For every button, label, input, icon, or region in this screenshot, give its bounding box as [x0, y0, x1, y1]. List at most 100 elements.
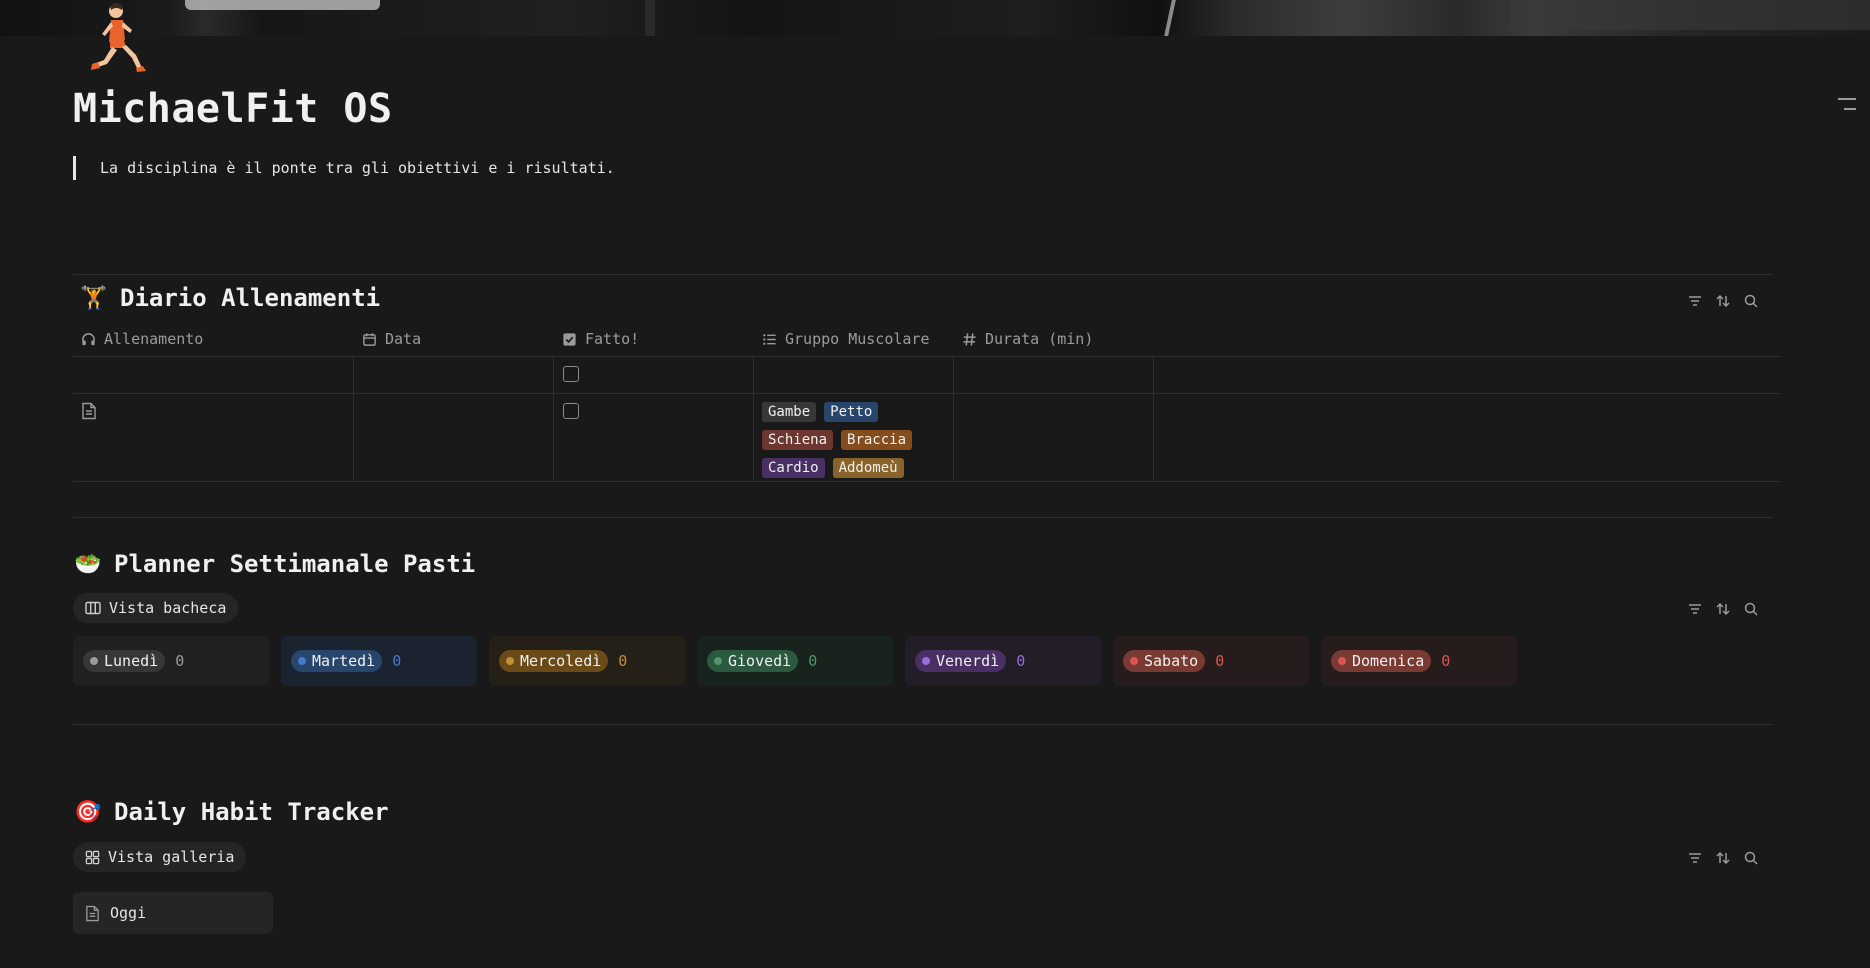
- gallery-card[interactable]: Oggi: [73, 892, 273, 934]
- cell-durata[interactable]: [954, 357, 1154, 393]
- board-column[interactable]: Domenica 0: [1321, 636, 1517, 686]
- table-of-contents-icon[interactable]: [1838, 98, 1856, 120]
- day-pill[interactable]: Giovedì: [707, 650, 799, 672]
- column-count: 0: [1441, 652, 1451, 670]
- cell-data[interactable]: [354, 357, 554, 393]
- muscle-tag[interactable]: Gambe: [762, 402, 817, 422]
- muscle-tag[interactable]: Petto: [824, 402, 879, 422]
- filter-icon[interactable]: [1686, 292, 1704, 310]
- divider: [73, 724, 1773, 725]
- quote-block[interactable]: La disciplina è il ponte tra gli obietti…: [73, 156, 615, 180]
- checkbox-icon: [563, 332, 576, 346]
- day-label: Martedì: [312, 652, 376, 670]
- day-label: Sabato: [1144, 652, 1199, 670]
- gallery-view-tab[interactable]: Vista galleria: [73, 842, 247, 872]
- day-label: Domenica: [1352, 652, 1425, 670]
- day-pill[interactable]: Mercoledì: [499, 650, 609, 672]
- calendar-icon: [363, 332, 376, 346]
- column-header-fatto[interactable]: Fatto!: [554, 322, 754, 356]
- column-header-durata[interactable]: Durata (min): [954, 322, 1154, 356]
- board-column[interactable]: Venerdì 0: [905, 636, 1101, 686]
- cell-durata[interactable]: [954, 394, 1154, 481]
- status-dot-icon: [922, 657, 930, 665]
- day-label: Lunedì: [104, 652, 159, 670]
- column-count: 0: [808, 652, 818, 670]
- column-count: 0: [1016, 652, 1026, 670]
- cell-fatto[interactable]: [554, 394, 754, 481]
- search-icon[interactable]: [1742, 292, 1760, 310]
- cell-allenamento[interactable]: [73, 394, 354, 481]
- board-view-tab[interactable]: Vista bacheca: [73, 593, 239, 623]
- sort-icon[interactable]: [1714, 292, 1732, 310]
- status-dot-icon: [1338, 657, 1346, 665]
- page-icon[interactable]: [81, 402, 97, 420]
- filter-icon[interactable]: [1686, 600, 1704, 618]
- cell-gruppo-muscolare[interactable]: [754, 357, 954, 393]
- divider: [73, 517, 1773, 518]
- day-pill[interactable]: Domenica: [1331, 650, 1432, 672]
- filter-icon[interactable]: [1686, 849, 1704, 867]
- column-header-allenamento[interactable]: Allenamento: [73, 322, 354, 356]
- sort-icon[interactable]: [1714, 849, 1732, 867]
- day-pill[interactable]: Lunedì: [83, 650, 166, 672]
- done-checkbox[interactable]: [563, 366, 579, 382]
- muscle-tag[interactable]: Addomeù: [832, 458, 904, 478]
- column-count: 0: [392, 652, 402, 670]
- board-column[interactable]: Mercoledì 0: [489, 636, 685, 686]
- status-dot-icon: [90, 657, 98, 665]
- board-column[interactable]: Giovedì 0: [697, 636, 893, 686]
- table-row[interactable]: Gambe Petto Schiena Braccia Cardio Addomeù: [73, 393, 1780, 482]
- board-column[interactable]: Lunedì 0: [73, 636, 269, 686]
- column-count: 0: [618, 652, 628, 670]
- day-label: Giovedì: [728, 652, 792, 670]
- day-pill[interactable]: Martedì: [291, 650, 383, 672]
- cell-data[interactable]: [354, 394, 554, 481]
- day-label: Venerdì: [936, 652, 1000, 670]
- list-icon: [763, 333, 776, 345]
- gallery-card-title: Oggi: [110, 904, 147, 922]
- column-header-data[interactable]: Data: [354, 322, 554, 356]
- meals-title[interactable]: Planner Settimanale Pasti: [114, 550, 475, 578]
- table-row[interactable]: [73, 356, 1780, 393]
- habits-toolbar: [1686, 849, 1760, 867]
- cell-empty: [1154, 394, 1780, 481]
- column-header-gruppo-muscolare[interactable]: Gruppo Muscolare: [754, 322, 954, 356]
- salad-icon: 🥗: [74, 551, 102, 577]
- workout-title[interactable]: Diario Allenamenti: [120, 284, 380, 312]
- workout-section-title: 🏋 Diario Allenamenti: [80, 284, 380, 312]
- gallery-icon: [85, 850, 100, 864]
- runner-icon[interactable]: [80, 0, 150, 74]
- meal-board: Lunedì 0 Martedì 0 Mercoledì 0 Giovedì 0 Venerdì…: [73, 636, 1517, 686]
- meals-section-title: 🥗 Planner Settimanale Pasti: [74, 550, 475, 578]
- cell-empty: [1154, 357, 1780, 393]
- sort-icon[interactable]: [1714, 600, 1732, 618]
- status-dot-icon: [506, 657, 514, 665]
- muscle-tag[interactable]: Schiena: [762, 430, 834, 450]
- cell-fatto[interactable]: [554, 357, 754, 393]
- search-icon[interactable]: [1742, 600, 1760, 618]
- board-icon: [85, 601, 101, 615]
- day-pill[interactable]: Sabato: [1123, 650, 1206, 672]
- page-icon: [86, 905, 99, 921]
- workout-table: Allenamento Data Fatto! Gruppo Muscolare…: [73, 322, 1780, 482]
- habits-section-title: 🎯 Daily Habit Tracker: [74, 798, 389, 826]
- status-dot-icon: [1130, 657, 1138, 665]
- muscle-tag[interactable]: Cardio: [762, 458, 825, 478]
- hash-icon: [963, 332, 976, 346]
- muscle-group-tags: Gambe Petto Schiena Braccia Cardio Addomeù: [762, 402, 937, 478]
- habits-title[interactable]: Daily Habit Tracker: [114, 798, 389, 826]
- cell-gruppo-muscolare[interactable]: Gambe Petto Schiena Braccia Cardio Addomeù: [754, 394, 954, 481]
- column-count: 0: [175, 652, 185, 670]
- muscle-tag[interactable]: Braccia: [841, 430, 913, 450]
- done-checkbox[interactable]: [563, 403, 579, 419]
- cell-allenamento[interactable]: [73, 357, 354, 393]
- board-column[interactable]: Sabato 0: [1113, 636, 1309, 686]
- page-title[interactable]: MichaelFit OS: [73, 86, 393, 132]
- workout-toolbar: [1686, 292, 1760, 310]
- day-label: Mercoledì: [520, 652, 602, 670]
- day-pill[interactable]: Venerdì: [915, 650, 1007, 672]
- search-icon[interactable]: [1742, 849, 1760, 867]
- board-column[interactable]: Martedì 0: [281, 636, 477, 686]
- headphones-icon: [82, 332, 95, 345]
- cover-image[interactable]: [0, 0, 1870, 36]
